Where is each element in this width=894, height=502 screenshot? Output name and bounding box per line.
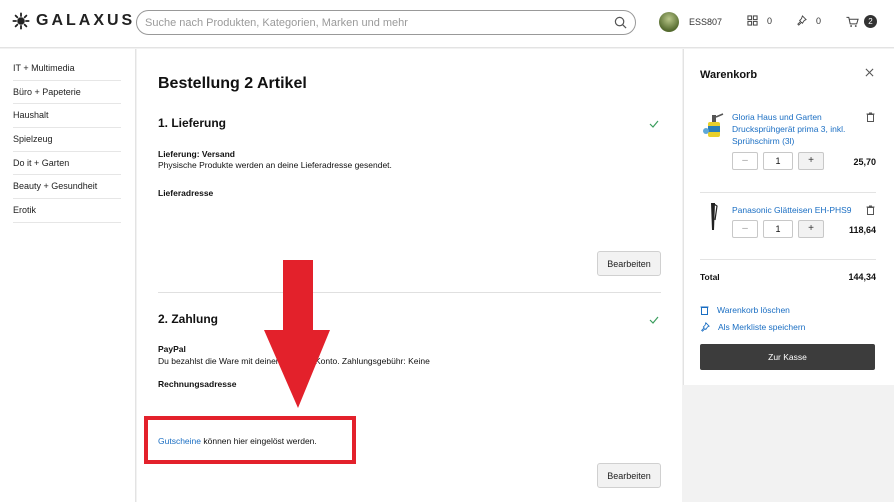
cart-icon	[846, 16, 859, 27]
search-icon[interactable]	[614, 16, 627, 29]
delivery-method-text: Physische Produkte werden an deine Liefe…	[158, 160, 392, 170]
cart-item-price: 25,70	[853, 157, 876, 167]
cart-item-name[interactable]: Panasonic Glätteisen EH-PHS9	[732, 204, 862, 216]
total-divider	[700, 259, 876, 260]
cart-panel: Warenkorb Gloria Haus und Garten Drucksp…	[683, 49, 894, 385]
category-sidebar: IT + Multimedia Büro + Papeterie Haushal…	[0, 49, 136, 502]
total-value: 144,34	[848, 272, 876, 282]
compare-count: 0	[767, 15, 773, 26]
hair-straightener-product-image	[711, 203, 718, 230]
sprayer-product-image	[703, 113, 724, 137]
billing-address-label: Rechnungsadresse	[158, 379, 237, 389]
top-bar: GALAXUS ESS807 0 0 2	[0, 0, 894, 48]
payment-check-icon	[649, 316, 659, 324]
quantity-input[interactable]: 1	[763, 220, 793, 238]
payment-heading: 2. Zahlung	[158, 312, 218, 326]
clear-cart-label: Warenkorb löschen	[717, 305, 790, 315]
logo[interactable]: GALAXUS	[12, 12, 135, 30]
logo-text: GALAXUS	[36, 12, 136, 29]
sidebar-item-beauty-gesundheit[interactable]: Beauty + Gesundheit	[13, 175, 121, 200]
total-label: Total	[700, 272, 720, 282]
sidebar-item-haushalt[interactable]: Haushalt	[13, 104, 121, 129]
wishlist-count: 0	[816, 15, 822, 26]
save-as-wishlist-link[interactable]: Als Merkliste speichern	[700, 322, 805, 332]
avatar[interactable]	[659, 12, 679, 32]
edit-delivery-button[interactable]: Bearbeiten	[597, 251, 661, 276]
cart-title: Warenkorb	[700, 69, 758, 81]
compare-button[interactable]: 0	[747, 15, 772, 26]
decrease-quantity-button[interactable]: –	[732, 152, 758, 170]
delivery-check-icon	[649, 120, 659, 128]
delivery-heading: 1. Lieferung	[158, 116, 227, 130]
wishlist-button[interactable]: 0	[796, 15, 821, 26]
sidebar-item-spielzeug[interactable]: Spielzeug	[13, 128, 121, 152]
delivery-method-label: Lieferung: Versand	[158, 149, 235, 159]
pin-icon	[797, 15, 807, 26]
sidebar-item-erotik[interactable]: Erotik	[13, 199, 121, 223]
compare-icon	[747, 15, 758, 26]
close-icon[interactable]	[865, 68, 874, 77]
annotation-arrow-down-icon	[264, 260, 330, 408]
quantity-stepper: – 1 +	[732, 220, 824, 238]
trash-icon[interactable]	[866, 112, 875, 122]
edit-payment-button[interactable]: Bearbeiten	[597, 463, 661, 488]
save-as-wishlist-label: Als Merkliste speichern	[718, 322, 806, 332]
trash-icon	[700, 306, 709, 315]
quantity-input[interactable]: 1	[763, 152, 793, 170]
search-input[interactable]	[145, 14, 605, 31]
checkout-button[interactable]: Zur Kasse	[700, 344, 875, 370]
increase-quantity-button[interactable]: +	[798, 220, 824, 238]
section-divider	[158, 292, 661, 293]
increase-quantity-button[interactable]: +	[798, 152, 824, 170]
quantity-stepper: – 1 +	[732, 152, 824, 170]
sidebar-item-buero-papeterie[interactable]: Büro + Papeterie	[13, 81, 121, 105]
trash-icon[interactable]	[866, 205, 875, 215]
delivery-address-label: Lieferadresse	[158, 188, 214, 198]
cart-button[interactable]: 2	[846, 15, 877, 28]
search-bar	[136, 10, 636, 35]
username[interactable]: ESS807	[689, 17, 722, 27]
galaxus-logo-icon	[12, 12, 30, 30]
pin-icon	[701, 322, 710, 332]
sidebar-item-it-multimedia[interactable]: IT + Multimedia	[13, 57, 121, 81]
clear-cart-link[interactable]: Warenkorb löschen	[700, 305, 790, 315]
annotation-highlight-box	[144, 416, 356, 464]
sidebar-item-do-it-garten[interactable]: Do it + Garten	[13, 152, 121, 176]
payment-method-label: PayPal	[158, 344, 186, 354]
cart-count-badge: 2	[864, 15, 877, 28]
item-divider	[700, 192, 876, 193]
page-title: Bestellung 2 Artikel	[158, 75, 307, 92]
decrease-quantity-button[interactable]: –	[732, 220, 758, 238]
cart-item-name[interactable]: Gloria Haus und Garten Drucksprühgerät p…	[732, 111, 862, 147]
cart-item-price: 118,64	[848, 225, 876, 235]
